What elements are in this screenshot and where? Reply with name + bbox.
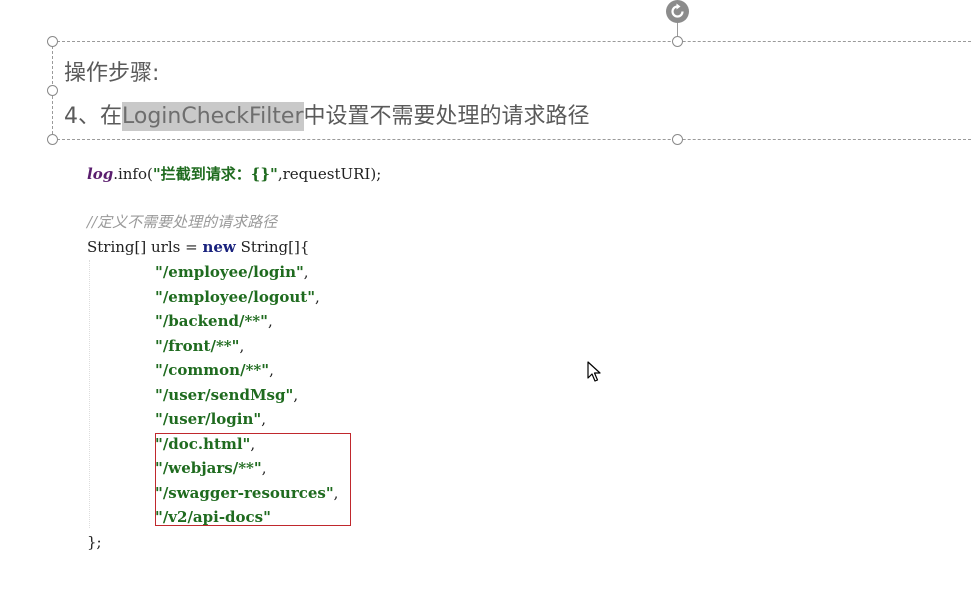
mouse-pointer-icon xyxy=(587,361,601,387)
code-log-object: log xyxy=(87,165,114,183)
rotate-handle-icon[interactable] xyxy=(666,0,689,23)
code-url-string: "/backend/**" xyxy=(155,312,268,330)
slide-canvas[interactable]: 操作步骤: 4、在LoginCheckFilter中设置不需要处理的请求路径 l… xyxy=(0,0,971,594)
code-keyword-new: new xyxy=(202,238,236,256)
code-url-line: "/employee/login", xyxy=(155,263,309,281)
code-url-string: "/user/login" xyxy=(155,410,262,428)
code-url-string: "/user/sendMsg" xyxy=(155,386,294,404)
code-line-log: log.info("拦截到请求：{}",requestURI); xyxy=(87,162,381,186)
code-url-line: "/common/**", xyxy=(155,361,274,379)
resize-handle-bottom-middle[interactable] xyxy=(672,134,683,145)
resize-handle-middle-left[interactable] xyxy=(47,85,58,96)
code-url-string: "/employee/login" xyxy=(155,263,304,281)
code-closing-brace: }; xyxy=(87,533,102,551)
selection-border-top xyxy=(52,41,971,42)
resize-handle-bottom-left[interactable] xyxy=(47,134,58,145)
step-4-suffix: 中设置不需要处理的请求路径 xyxy=(303,104,590,129)
steps-heading[interactable]: 操作步骤: xyxy=(64,59,159,89)
code-url-line: "/backend/**", xyxy=(155,312,273,330)
code-line-declaration: String[] urls = new String[]{ xyxy=(87,235,309,259)
code-url-line: "/employee/logout", xyxy=(155,288,320,306)
code-log-string: "拦截到请求：{}" xyxy=(152,165,278,183)
code-url-string: "/common/**" xyxy=(155,361,270,379)
selection-border-bottom xyxy=(52,139,971,140)
step-4-heading[interactable]: 4、在LoginCheckFilter中设置不需要处理的请求路径 xyxy=(64,102,590,132)
code-url-string: "/front/**" xyxy=(155,337,240,355)
selected-text-highlight[interactable]: LoginCheckFilter xyxy=(122,102,304,131)
resize-handle-top-left[interactable] xyxy=(47,36,58,47)
code-url-string: "/employee/logout" xyxy=(155,288,316,306)
step-4-prefix: 4、在 xyxy=(64,104,122,129)
code-decl-init: String[]{ xyxy=(235,238,310,256)
highlight-box-swagger-urls xyxy=(155,433,351,526)
resize-handle-top-middle[interactable] xyxy=(672,36,683,47)
code-log-method: .info( xyxy=(113,165,153,183)
code-decl-type: String[] urls = xyxy=(87,238,203,256)
code-url-line: "/front/**", xyxy=(155,337,245,355)
code-comment: //定义不需要处理的请求路径 xyxy=(87,213,278,231)
code-url-line: "/user/login", xyxy=(155,410,266,428)
code-snippet: log.info("拦截到请求：{}",requestURI); //定义不需要… xyxy=(87,162,381,551)
code-log-rest: ,requestURI); xyxy=(277,165,382,183)
code-url-line: "/user/sendMsg", xyxy=(155,386,299,404)
